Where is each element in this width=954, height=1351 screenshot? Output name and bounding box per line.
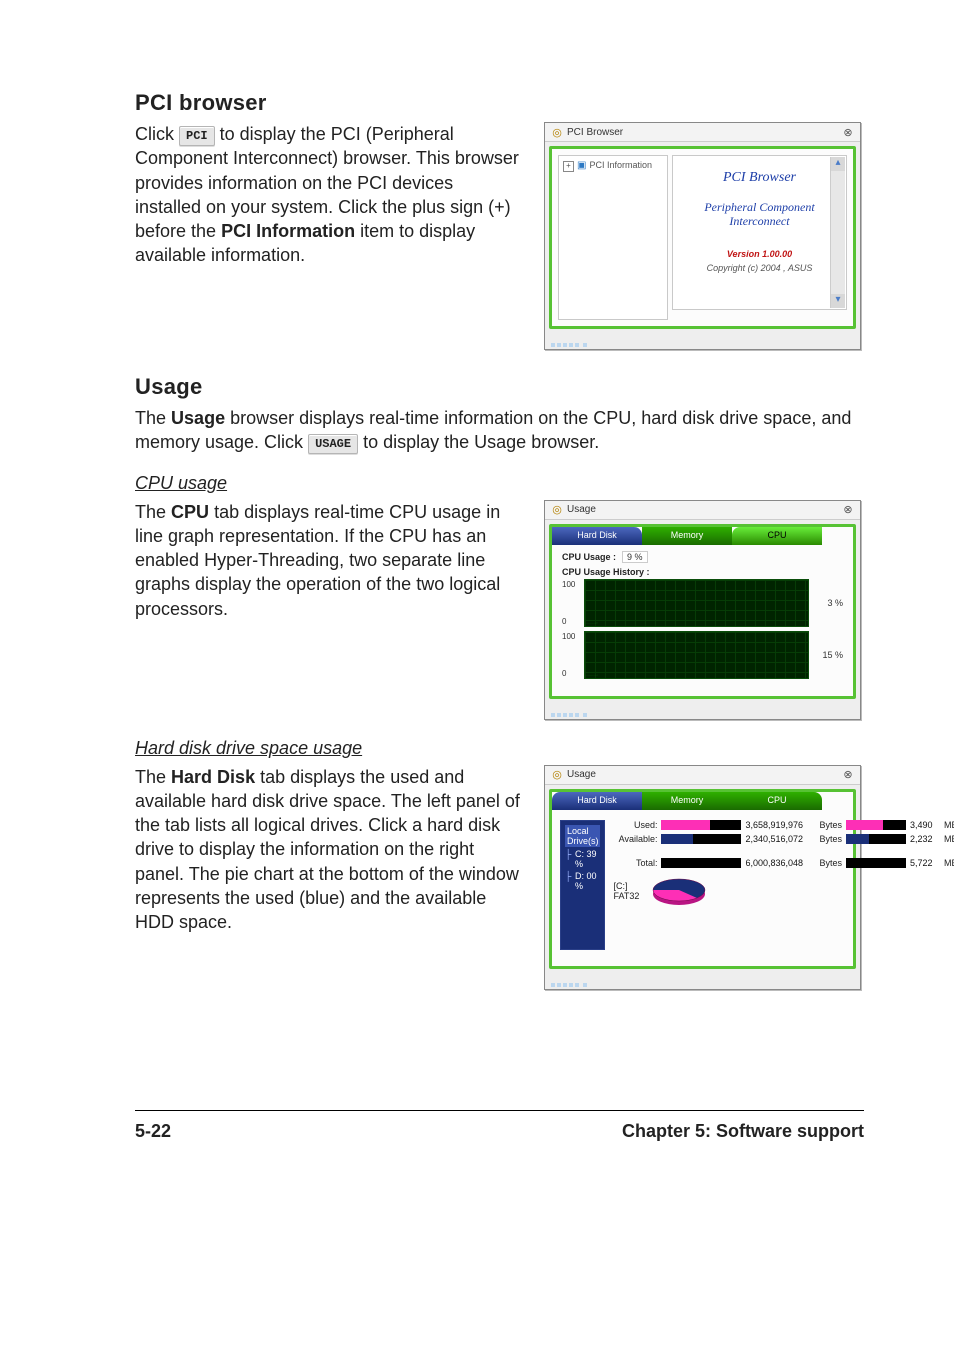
y-axis-bot: 0 <box>562 669 578 678</box>
cpu-graph-2 <box>584 631 809 679</box>
usage-tabs: Hard Disk Memory CPU <box>552 792 853 810</box>
y-axis-top: 100 <box>562 580 578 589</box>
y-axis-bot: 0 <box>562 617 578 626</box>
tab-hard-disk[interactable]: Hard Disk <box>552 527 642 545</box>
total-mb-bar <box>846 858 906 868</box>
total-mb-value: 5,722 <box>910 858 940 868</box>
tab-memory[interactable]: Memory <box>642 792 732 810</box>
copyright-text: Copyright (c) 2004 , ASUS <box>677 263 842 273</box>
cpu2-percent: 15 % <box>815 650 843 660</box>
pci-paragraph: Click PCI to display the PCI (Peripheral… <box>135 122 520 268</box>
drive-tree[interactable]: Local Drive(s) C: 39 % D: 00 % <box>560 820 605 950</box>
used-mb-value: 3,490 <box>910 820 940 830</box>
total-bytes-value: 6,000,836,048 <box>745 858 815 868</box>
usage-hdd-window: ◎ Usage ⊗ Hard Disk Memory CPU Local Dri… <box>544 765 861 990</box>
tab-hard-disk[interactable]: Hard Disk <box>552 792 642 810</box>
usage-paragraph: The Usage browser displays real-time inf… <box>135 406 864 455</box>
y-axis-top: 100 <box>562 632 578 641</box>
pci-tree[interactable]: + ▣ PCI Information <box>558 155 668 320</box>
pci-info-panel: PCI Browser Peripheral Component Interco… <box>672 155 847 310</box>
app-logo-icon: ◎ <box>551 504 563 516</box>
window-title: Usage <box>567 504 596 515</box>
usage-cpu-window: ◎ Usage ⊗ Hard Disk Memory CPU CPU Usage… <box>544 500 861 720</box>
cpu-graph-1 <box>584 579 809 627</box>
scrollbar[interactable]: ▴ ▾ <box>830 157 845 308</box>
used-bytes-value: 3,658,919,976 <box>745 820 815 830</box>
cpu-paragraph: The CPU tab displays real-time CPU usage… <box>135 500 520 621</box>
tab-memory[interactable]: Memory <box>642 527 732 545</box>
mb-unit: MB <box>944 858 954 868</box>
pci-browser-window: ◎ PCI Browser ⊗ + ▣ PCI Information PCI … <box>544 122 861 350</box>
usage-tabs: Hard Disk Memory CPU <box>552 527 853 545</box>
total-bytes-bar <box>661 858 741 868</box>
text: tab displays the used and available hard… <box>135 767 520 933</box>
heading-usage: Usage <box>135 374 864 400</box>
text: The <box>135 767 166 787</box>
text: to display the Usage browser. <box>363 432 599 452</box>
cpu-usage-label: CPU Usage : <box>562 552 616 562</box>
window-footer-grip <box>545 333 860 349</box>
app-logo-icon: ◎ <box>551 126 563 138</box>
total-label: Total: <box>613 858 657 868</box>
cpu-history-label: CPU Usage History : <box>562 567 843 577</box>
usage-button-icon[interactable]: USAGE <box>308 434 358 454</box>
subhead-hdd-usage: Hard disk drive space usage <box>135 738 864 759</box>
text: Click <box>135 124 174 144</box>
hdd-pie-chart <box>649 874 709 908</box>
window-title: PCI Browser <box>567 127 623 138</box>
tree-item-label[interactable]: PCI Information <box>589 160 652 170</box>
mb-unit: MB <box>944 820 954 830</box>
heading-pci-browser: PCI browser <box>135 90 864 116</box>
hdd-paragraph: The Hard Disk tab displays the used and … <box>135 765 520 935</box>
window-footer-grip <box>545 973 860 989</box>
bytes-unit: Bytes <box>819 820 842 830</box>
panel-title: PCI Browser <box>677 170 842 186</box>
pci-button-icon[interactable]: PCI <box>179 126 215 146</box>
page-number: 5-22 <box>135 1121 171 1142</box>
drive-details-panel: Used: 3,658,919,976 Bytes 3,490 MB Avail… <box>613 820 954 950</box>
drive-c-node[interactable]: C: 39 % <box>565 849 600 869</box>
pie-fs-label: FAT32 <box>613 891 639 901</box>
usage-bold: Usage <box>171 408 225 428</box>
version-text: Version 1.00.00 <box>677 249 842 259</box>
mb-unit: MB <box>944 834 954 844</box>
window-footer-grip <box>545 703 860 719</box>
avail-label: Available: <box>613 834 657 844</box>
folder-icon: ▣ <box>577 160 586 171</box>
cpu-usage-value: 9 % <box>622 551 648 563</box>
chapter-title: Chapter 5: Software support <box>622 1121 864 1142</box>
subhead-cpu-usage: CPU usage <box>135 473 864 494</box>
cpu1-percent: 3 % <box>815 598 843 608</box>
app-logo-icon: ◎ <box>551 769 563 781</box>
avail-bytes-value: 2,340,516,072 <box>745 834 815 844</box>
close-icon[interactable]: ⊗ <box>842 126 854 138</box>
scroll-down-icon[interactable]: ▾ <box>831 294 845 308</box>
text: The <box>135 502 166 522</box>
expand-icon[interactable]: + <box>563 161 574 172</box>
drive-d-node[interactable]: D: 00 % <box>565 871 600 891</box>
panel-subtitle: Peripheral Component Interconnect <box>677 200 842 229</box>
close-icon[interactable]: ⊗ <box>842 504 854 516</box>
used-bytes-bar <box>661 820 741 830</box>
avail-bytes-bar <box>661 834 741 844</box>
close-icon[interactable]: ⊗ <box>842 769 854 781</box>
scroll-up-icon[interactable]: ▴ <box>831 157 845 171</box>
text: The <box>135 408 166 428</box>
cpu-bold: CPU <box>171 502 209 522</box>
bytes-unit: Bytes <box>819 834 842 844</box>
pci-info-bold: PCI Information <box>221 221 355 241</box>
hdd-bold: Hard Disk <box>171 767 255 787</box>
tab-cpu[interactable]: CPU <box>732 792 822 810</box>
used-mb-bar <box>846 820 906 830</box>
pie-drive-label: [C:] <box>613 881 639 891</box>
tab-cpu[interactable]: CPU <box>732 527 822 545</box>
drive-tree-root[interactable]: Local Drive(s) <box>565 825 600 847</box>
avail-mb-bar <box>846 834 906 844</box>
used-label: Used: <box>613 820 657 830</box>
bytes-unit: Bytes <box>819 858 842 868</box>
avail-mb-value: 2,232 <box>910 834 940 844</box>
window-title: Usage <box>567 769 596 780</box>
